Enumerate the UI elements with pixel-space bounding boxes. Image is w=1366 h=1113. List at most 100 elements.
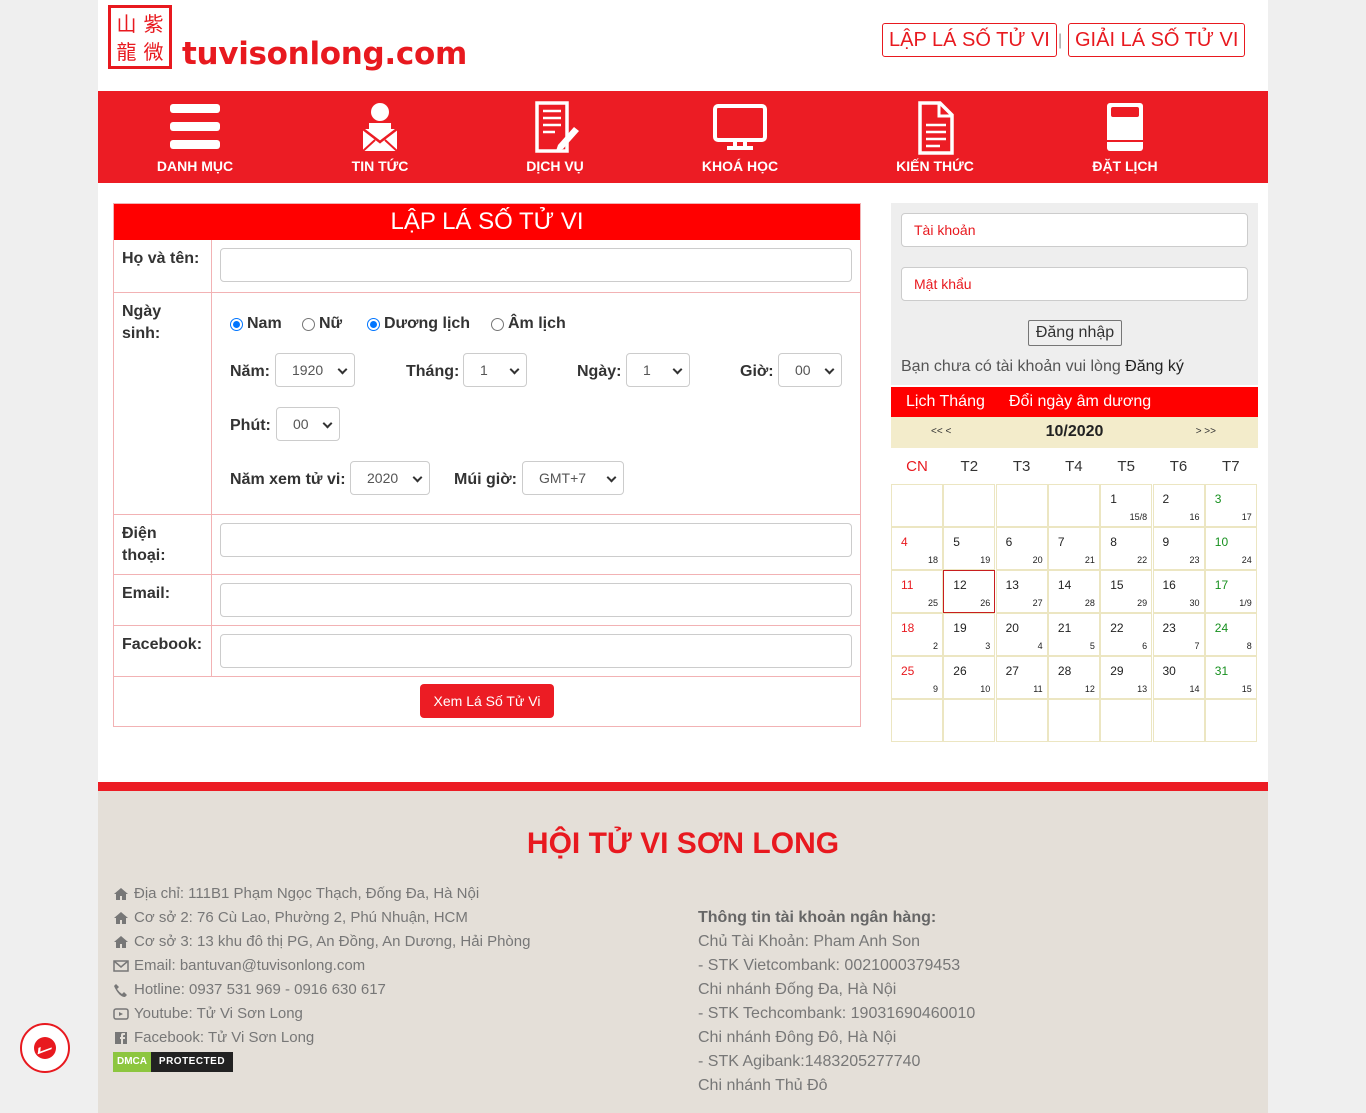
- calendar-lunar-radio[interactable]: Âm lịch: [491, 315, 566, 333]
- calendar-day[interactable]: 6 20: [995, 527, 1048, 570]
- submit-button[interactable]: Xem Lá Số Tử Vi: [420, 684, 554, 718]
- hour-select[interactable]: 00: [778, 353, 842, 387]
- calendar-day[interactable]: 21 5: [1047, 613, 1100, 656]
- nav-item-dat-lich[interactable]: ĐẶT LỊCH: [1050, 91, 1200, 183]
- solar-day: 5: [953, 535, 960, 549]
- facebook-input[interactable]: [220, 634, 852, 668]
- calendar-day[interactable]: 12 26: [943, 570, 996, 613]
- calendar-day[interactable]: 16 30: [1152, 570, 1205, 613]
- calendar-day[interactable]: 3 17: [1204, 484, 1257, 527]
- calendar-day[interactable]: 23 7: [1152, 613, 1205, 656]
- name-input[interactable]: [220, 248, 852, 282]
- giai-la-so-button[interactable]: GIẢI LÁ SỐ TỬ VI: [1068, 23, 1246, 57]
- nav-item-danh-muc[interactable]: DANH MỤC: [120, 91, 270, 183]
- calendar-day[interactable]: 1 15/8: [1100, 484, 1153, 527]
- calendar-empty-cell: [995, 484, 1048, 527]
- tab-doi-ngay[interactable]: Đổi ngày âm dương: [1009, 387, 1151, 417]
- lunar-day: 2: [932, 641, 938, 651]
- phone-input[interactable]: [220, 523, 852, 557]
- weekday-header: T2: [960, 458, 979, 475]
- row-phone: Điện thoại:: [114, 514, 860, 574]
- nav-label: TIN TỨC: [351, 158, 409, 174]
- minute-select[interactable]: 00: [276, 407, 340, 441]
- nav-label: ĐẶT LỊCH: [1092, 158, 1158, 174]
- lunar-day: 6: [1142, 641, 1148, 651]
- email-input[interactable]: [220, 583, 852, 617]
- footer-facebook[interactable]: Facebook: Tử Vi Sơn Long: [113, 1029, 314, 1046]
- calendar-day[interactable]: 14 28: [1047, 570, 1100, 613]
- login-button[interactable]: Đăng nhập: [1028, 320, 1122, 346]
- tab-lich-thang[interactable]: Lịch Tháng: [906, 387, 985, 417]
- envelope-icon: [113, 959, 129, 972]
- calendar-day[interactable]: 31 15: [1204, 656, 1257, 699]
- logo-seal-icon[interactable]: 山 紫 龍 微: [108, 5, 172, 69]
- footer-hotline[interactable]: Hotline: 0937 531 969 - 0916 630 617: [113, 981, 386, 998]
- gender-female-radio[interactable]: Nữ: [302, 315, 342, 333]
- lunar-day: 5: [1089, 641, 1095, 651]
- calendar-day[interactable]: 29 13: [1100, 656, 1153, 699]
- header: 山 紫 龍 微 tuvisonlong.com LẬP LÁ SỐ TỬ VI …: [98, 0, 1268, 91]
- calendar-day[interactable]: 10 24: [1204, 527, 1257, 570]
- calendar-day[interactable]: 18 2: [891, 613, 943, 656]
- lunar-day: 8: [1246, 641, 1252, 651]
- calendar-day[interactable]: 20 4: [995, 613, 1048, 656]
- nav-item-dich-vu[interactable]: DỊCH VỤ: [480, 91, 630, 183]
- dmca-badge[interactable]: DMCA PROTECTED: [113, 1052, 233, 1072]
- timezone-select[interactable]: GMT+7: [522, 461, 624, 495]
- month-select[interactable]: 1: [463, 353, 527, 387]
- solar-day: 10: [1214, 535, 1229, 549]
- calendar-day[interactable]: 5 19: [943, 527, 996, 570]
- solar-day: 22: [1110, 621, 1124, 635]
- bank-line: Chi nhánh Đông Đô, Hà Nội: [698, 1029, 897, 1046]
- row-facebook: Facebook:: [114, 625, 860, 676]
- lunar-day: 24: [1241, 555, 1252, 565]
- calendar-solar-radio[interactable]: Dương lịch: [367, 315, 470, 333]
- calendar-day[interactable]: 24 8: [1204, 613, 1257, 656]
- lap-la-so-button[interactable]: LẬP LÁ SỐ TỬ VI: [882, 23, 1057, 57]
- calendar-day[interactable]: 11 25: [891, 570, 943, 613]
- phone-label: Điện thoại:: [114, 515, 212, 574]
- calendar-day[interactable]: 25 9: [891, 656, 943, 699]
- solar-day: 2: [1162, 492, 1170, 506]
- calendar-day[interactable]: 17 1/9: [1204, 570, 1257, 613]
- calendar-day[interactable]: 19 3: [943, 613, 996, 656]
- footer-youtube[interactable]: Youtube: Tử Vi Sơn Long: [113, 1005, 303, 1022]
- calendar-grid: 1 15/8 2 16 3 17 4 18 5 19 6 20 7 21 8 22 9 23 10 24 11 25 12 2…: [891, 484, 1257, 742]
- password-input[interactable]: Mật khẩu: [901, 267, 1248, 301]
- nav-item-khoa-hoc[interactable]: KHOÁ HỌC: [665, 91, 815, 183]
- year-select[interactable]: 1920: [275, 353, 355, 387]
- solar-day: 21: [1057, 621, 1072, 635]
- nav-item-tin-tuc[interactable]: TIN TỨC: [305, 91, 455, 183]
- calendar-day[interactable]: 28 12: [1047, 656, 1100, 699]
- footer-divider: [98, 782, 1268, 791]
- day-label: Ngày:: [577, 363, 622, 380]
- calendar-next-button[interactable]: > >>: [1196, 426, 1216, 437]
- solar-day: 29: [1110, 664, 1124, 678]
- view-year-select[interactable]: 2020: [350, 461, 430, 495]
- dob-label: Ngày sinh:: [114, 293, 212, 514]
- username-input[interactable]: Tài khoản: [901, 213, 1248, 247]
- logo-text[interactable]: tuvisonlong.com: [182, 36, 467, 72]
- messenger-chat-button[interactable]: [20, 1023, 70, 1073]
- calendar-day[interactable]: 27 11: [995, 656, 1048, 699]
- gender-male-radio[interactable]: Nam: [230, 315, 282, 333]
- solar-day: 16: [1162, 578, 1176, 592]
- calendar-day[interactable]: 26 10: [943, 656, 996, 699]
- day-select[interactable]: 1: [626, 353, 690, 387]
- lunar-day: 11: [1033, 684, 1043, 694]
- calendar-empty-cell: [1100, 699, 1153, 742]
- calendar-day[interactable]: 30 14: [1152, 656, 1205, 699]
- register-link[interactable]: Đăng ký: [1125, 358, 1184, 375]
- calendar-day[interactable]: 9 23: [1152, 527, 1205, 570]
- nav-item-kien-thuc[interactable]: KIẾN THỨC: [860, 91, 1010, 183]
- calendar-day[interactable]: 4 18: [891, 527, 943, 570]
- calendar-day[interactable]: 8 22: [1100, 527, 1153, 570]
- chevron-down-icon: [606, 472, 617, 483]
- calendar-day[interactable]: 15 29: [1100, 570, 1153, 613]
- footer-title: HỘI TỬ VI SƠN LONG: [526, 827, 840, 860]
- footer-email[interactable]: Email: bantuvan@tuvisonlong.com: [113, 957, 365, 974]
- calendar-day[interactable]: 13 27: [995, 570, 1048, 613]
- calendar-day[interactable]: 22 6: [1100, 613, 1153, 656]
- calendar-day[interactable]: 7 21: [1047, 527, 1100, 570]
- calendar-day[interactable]: 2 16: [1152, 484, 1205, 527]
